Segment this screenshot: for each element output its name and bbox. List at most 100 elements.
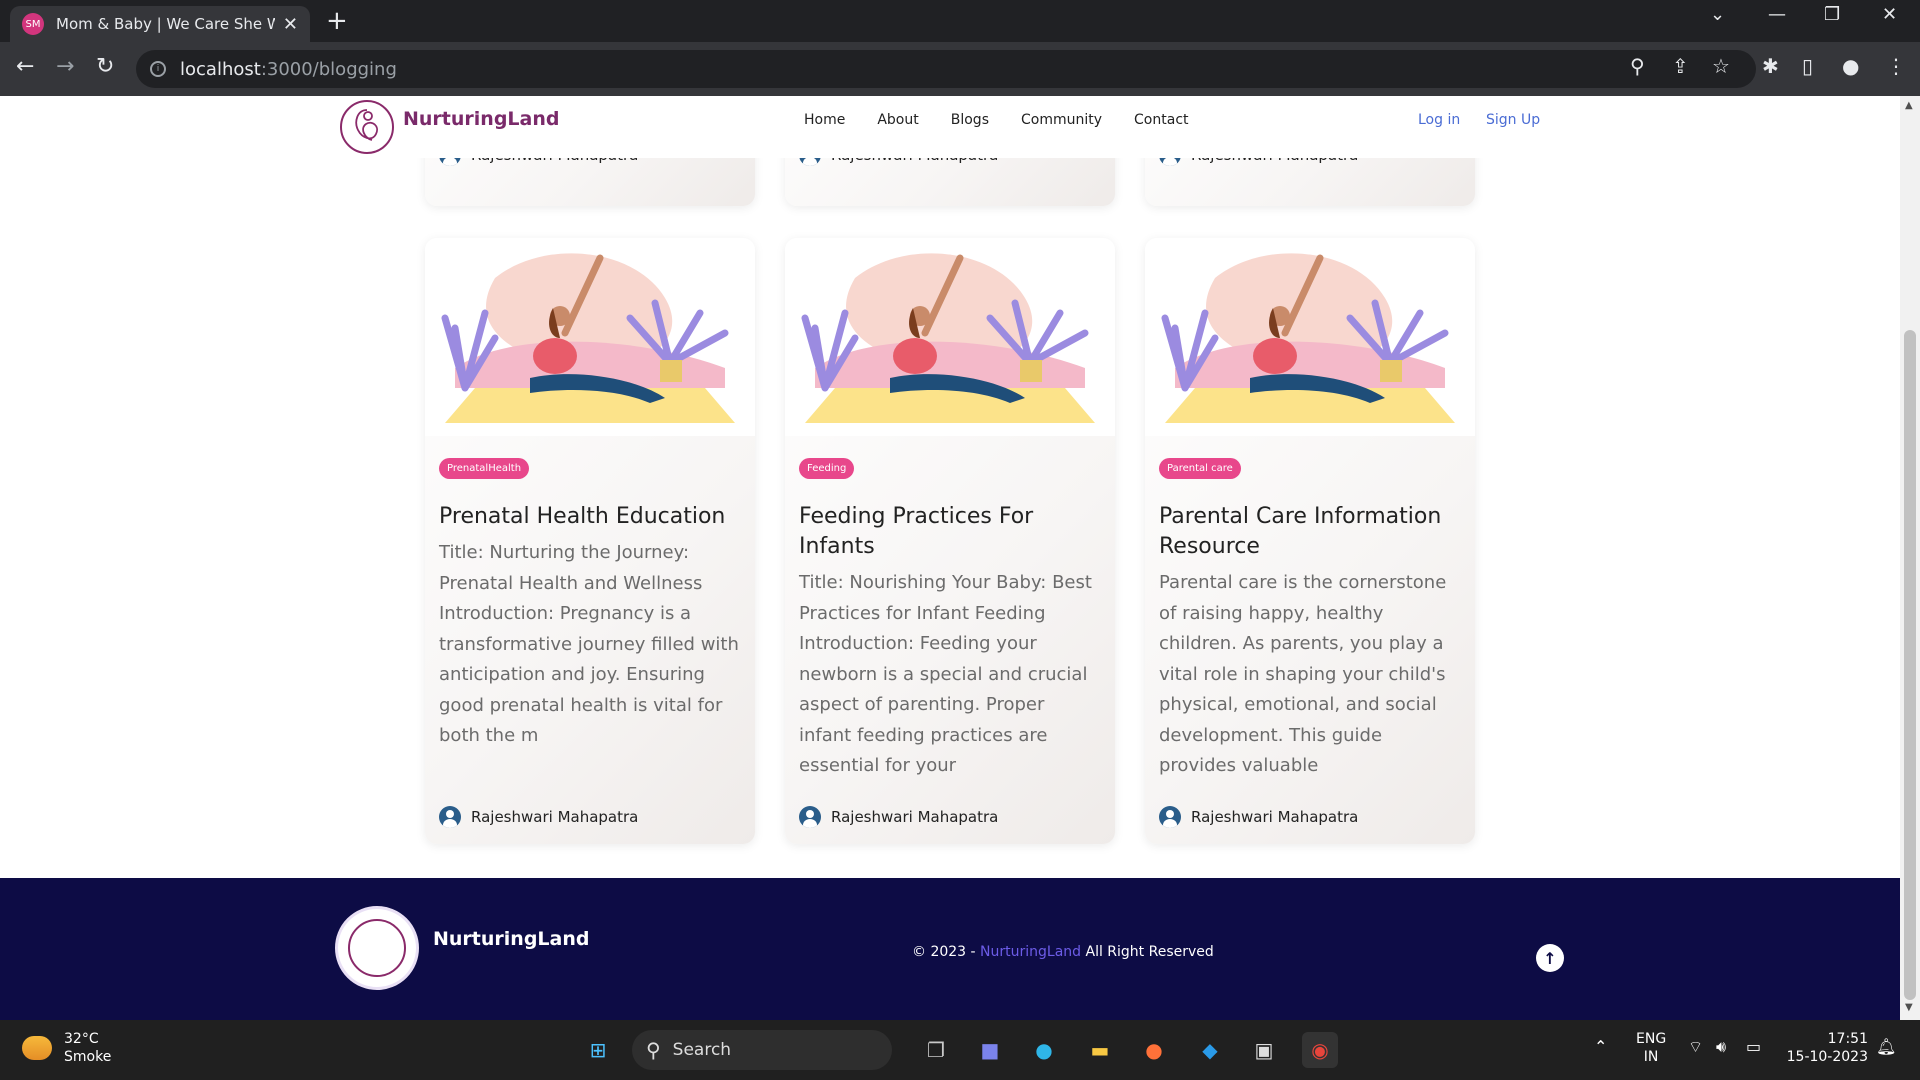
- category-tag[interactable]: Parental care: [1159, 458, 1241, 479]
- nav-community[interactable]: Community: [1021, 112, 1102, 128]
- clock[interactable]: 17:51 15-10-2023: [1784, 1030, 1868, 1066]
- vscode-icon[interactable]: ◆: [1192, 1032, 1228, 1068]
- task-view-icon[interactable]: ❐: [918, 1032, 954, 1068]
- share-icon[interactable]: ⇪: [1672, 54, 1689, 78]
- card-title[interactable]: Parental Care Information Resource: [1159, 502, 1459, 562]
- start-icon[interactable]: ⊞: [580, 1032, 616, 1068]
- close-window-icon[interactable]: ✕: [1882, 4, 1897, 25]
- notification-bell-icon[interactable]: 🔔︎: [1876, 1038, 1896, 1056]
- taskbar-search[interactable]: ⚲ Search: [632, 1030, 892, 1070]
- language-indicator[interactable]: ENG IN: [1636, 1030, 1666, 1066]
- address-bar[interactable]: i localhost:3000/blogging: [136, 50, 1756, 88]
- user-avatar-icon: [799, 806, 821, 828]
- prenatal-yoga-illustration: [1161, 253, 1455, 423]
- user-avatar-icon: [1159, 806, 1181, 828]
- reload-icon[interactable]: ↻: [96, 54, 114, 79]
- clock-date: 15-10-2023: [1786, 1049, 1868, 1065]
- category-tag[interactable]: Feeding: [799, 458, 855, 479]
- browser-tab[interactable]: SM Mom & Baby | We Care She Win ✕: [10, 6, 310, 42]
- browser-tab-bar: SM Mom & Baby | We Care She Win ✕ + ⌄ — …: [0, 0, 1920, 42]
- copyright-suffix: All Right Reserved: [1081, 944, 1214, 960]
- tab-search-icon[interactable]: ⌄: [1710, 4, 1725, 25]
- scrollbar-thumb[interactable]: [1904, 330, 1916, 1000]
- card-image: [785, 238, 1115, 436]
- mother-baby-logo-icon: [355, 109, 378, 141]
- battery-icon[interactable]: ▭: [1746, 1038, 1761, 1056]
- edge-icon[interactable]: ●: [1026, 1032, 1062, 1068]
- menu-icon[interactable]: ⋮: [1886, 54, 1906, 78]
- category-tag[interactable]: PrenatalHealth: [439, 458, 530, 479]
- forward-icon[interactable]: →: [56, 54, 74, 79]
- side-panel-icon[interactable]: ▯: [1802, 54, 1813, 78]
- terminal-icon[interactable]: ▣: [1246, 1032, 1282, 1068]
- extensions-icon[interactable]: ✱: [1762, 54, 1779, 78]
- volume-icon[interactable]: 🔊︎: [1716, 1038, 1726, 1056]
- search-icon: ⚲: [646, 1038, 661, 1062]
- nav-contact[interactable]: Contact: [1134, 112, 1188, 128]
- login-link[interactable]: Log in: [1418, 112, 1460, 128]
- footer-logo[interactable]: [335, 906, 419, 990]
- page-scrollbar[interactable]: ▲ ▼: [1900, 96, 1920, 1020]
- copyright-brand-link[interactable]: NurturingLand: [980, 944, 1081, 960]
- restore-icon[interactable]: ❐: [1824, 4, 1840, 25]
- card-excerpt: Parental care is the cornerstone of rais…: [1159, 572, 1447, 776]
- site-footer: NurturingLand © 2023 - NurturingLand All…: [0, 878, 1900, 1020]
- tab-title: Mom & Baby | We Care She Win: [56, 15, 275, 33]
- url-host: localhost: [180, 58, 261, 80]
- region-code: IN: [1643, 1049, 1659, 1065]
- temperature: 32°C: [64, 1031, 99, 1047]
- browser-toolbar: ← → ↻ i localhost:3000/blogging ⚲ ⇪ ☆ ✱ …: [0, 42, 1920, 96]
- prenatal-yoga-illustration: [801, 253, 1095, 423]
- prenatal-yoga-illustration: [441, 253, 735, 423]
- card-author: Rajeshwari Mahapatra: [799, 806, 998, 828]
- author-name: Rajeshwari Mahapatra: [831, 808, 999, 826]
- search-label: Search: [672, 1040, 732, 1060]
- main-nav: Home About Blogs Community Contact: [804, 112, 1221, 128]
- teams-icon[interactable]: ■: [972, 1032, 1008, 1068]
- scroll-up-arrow-icon[interactable]: ▲: [1905, 100, 1913, 111]
- file-explorer-icon[interactable]: ▬: [1082, 1032, 1118, 1068]
- author-name: Rajeshwari Mahapatra: [1191, 808, 1359, 826]
- card-title[interactable]: Feeding Practices For Infants: [799, 502, 1099, 562]
- zoom-icon[interactable]: ⚲: [1630, 54, 1645, 78]
- close-tab-icon[interactable]: ✕: [283, 14, 298, 35]
- favicon-icon: SM: [22, 13, 44, 35]
- blog-card[interactable]: Parental care Parental Care Information …: [1145, 238, 1475, 844]
- bookmark-star-icon[interactable]: ☆: [1712, 54, 1730, 78]
- card-excerpt: Title: Nourishing Your Baby: Best Practi…: [799, 572, 1092, 776]
- user-avatar-icon: [439, 806, 461, 828]
- firefox-icon[interactable]: ●: [1136, 1032, 1172, 1068]
- back-icon[interactable]: ←: [16, 54, 34, 79]
- blog-card[interactable]: PrenatalHealth Prenatal Health Education…: [425, 238, 755, 844]
- weather-widget[interactable]: 32°C Smoke: [22, 1030, 111, 1066]
- signup-link[interactable]: Sign Up: [1486, 112, 1540, 128]
- language-code: ENG: [1636, 1031, 1667, 1047]
- site-logo[interactable]: [340, 100, 394, 154]
- wifi-icon[interactable]: ⌔: [1688, 1038, 1703, 1056]
- scroll-down-arrow-icon[interactable]: ▼: [1905, 1002, 1913, 1013]
- clock-time: 17:51: [1827, 1031, 1868, 1047]
- profile-icon[interactable]: ●: [1842, 54, 1859, 78]
- minimize-icon[interactable]: —: [1768, 4, 1786, 25]
- new-tab-icon[interactable]: +: [326, 6, 348, 36]
- nav-blogs[interactable]: Blogs: [951, 112, 989, 128]
- blog-card[interactable]: Feeding Feeding Practices For Infants Ti…: [785, 238, 1115, 844]
- card-title[interactable]: Prenatal Health Education: [439, 502, 739, 532]
- copyright-prefix: © 2023 -: [912, 944, 981, 960]
- brand-name[interactable]: NurturingLand: [403, 108, 559, 130]
- nav-home[interactable]: Home: [804, 112, 845, 128]
- chrome-icon[interactable]: ◉: [1302, 1032, 1338, 1068]
- site-info-icon[interactable]: i: [150, 61, 166, 77]
- weather-icon: [22, 1036, 52, 1060]
- card-author: Rajeshwari Mahapatra: [439, 806, 638, 828]
- windows-taskbar: 32°C Smoke ⊞ ⚲ Search ❐ ■ ● ▬ ● ◆ ▣ ◉ ⌃ …: [0, 1020, 1920, 1080]
- card-excerpt: Title: Nurturing the Journey: Prenatal H…: [439, 542, 739, 746]
- show-hidden-icons-icon[interactable]: ⌃: [1594, 1038, 1607, 1056]
- weather-condition: Smoke: [64, 1049, 112, 1065]
- scroll-to-top-button[interactable]: ↑: [1536, 944, 1564, 972]
- copyright-text: © 2023 - NurturingLand All Right Reserve…: [912, 944, 1214, 960]
- nav-about[interactable]: About: [877, 112, 918, 128]
- card-author: Rajeshwari Mahapatra: [1159, 806, 1358, 828]
- page-viewport: Rajeshwari Mahapatra Rajeshwari Mahapatr…: [0, 96, 1900, 1020]
- mother-baby-logo-icon: [348, 919, 406, 977]
